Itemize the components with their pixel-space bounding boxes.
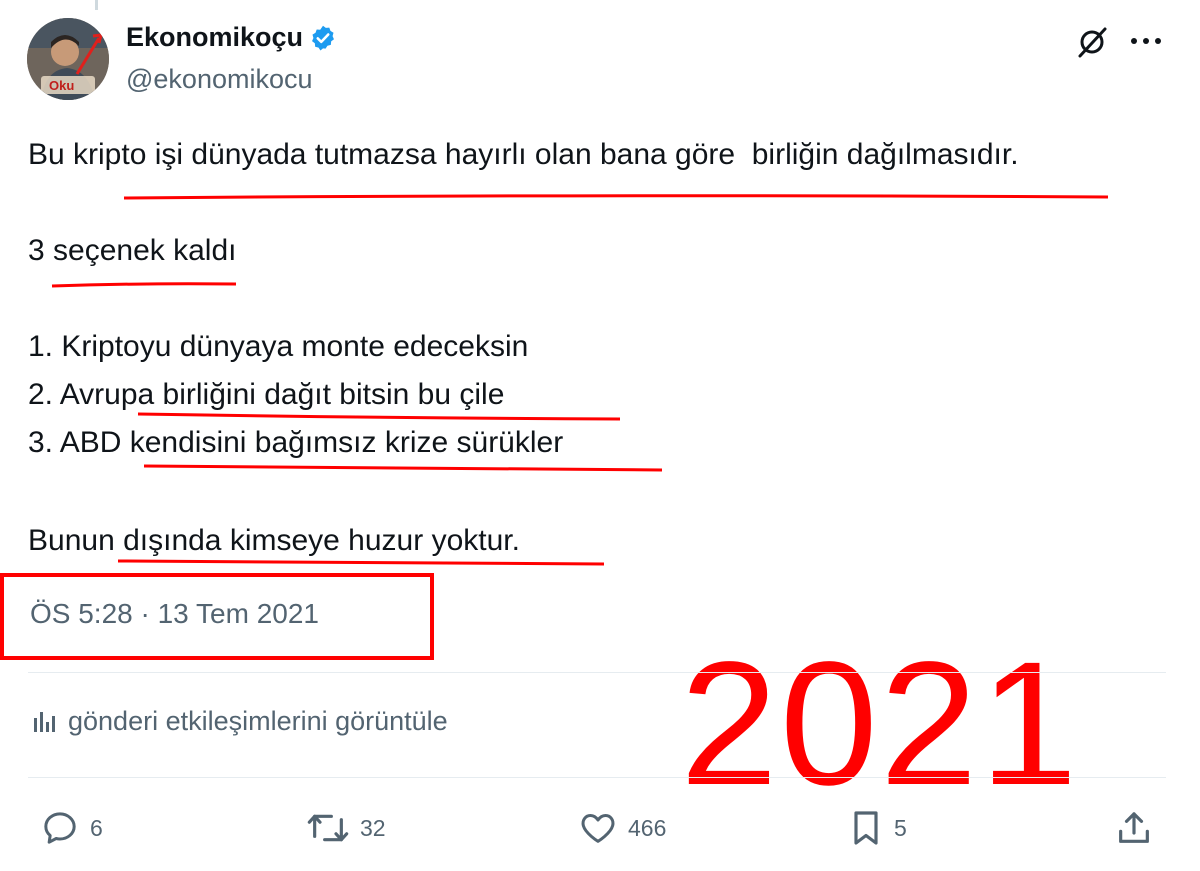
like-button[interactable]: 466: [578, 808, 666, 848]
underline-annotation: [117, 559, 605, 566]
underline-annotation: [137, 412, 621, 421]
bookmark-count: 5: [894, 814, 907, 841]
tweet-text-line-3: 1. Kriptoyu dünyaya monte edeceksin: [28, 330, 529, 363]
author-name-row[interactable]: Ekonomikoçu: [126, 22, 337, 53]
tweet-text-line-2: 3 seçenek kaldı: [28, 234, 237, 267]
tweet-text-line-1: Bu kripto işi dünyada tutmazsa hayırlı o…: [28, 138, 1019, 171]
underline-annotation: [51, 282, 237, 288]
grok-icon[interactable]: [1074, 24, 1110, 60]
display-name[interactable]: Ekonomikoçu: [126, 22, 303, 53]
thread-connector-line: [95, 0, 98, 10]
avatar[interactable]: Oku: [27, 18, 109, 100]
avatar-image: Oku: [27, 18, 109, 100]
more-options-icon[interactable]: [1128, 26, 1164, 56]
tweet-text-line-4: 2. Avrupa birliğini dağıt bitsin bu çile: [28, 378, 505, 411]
underline-annotation: [123, 194, 1109, 200]
reply-button[interactable]: 6: [40, 808, 103, 848]
reply-icon: [44, 812, 76, 844]
repost-icon: [307, 814, 349, 842]
divider: [28, 672, 1166, 673]
year-overlay-text: 2021: [680, 626, 1080, 822]
repost-button[interactable]: 32: [306, 808, 386, 848]
divider: [28, 777, 1166, 778]
like-count: 466: [628, 814, 667, 841]
verified-badge-icon: [312, 25, 334, 50]
analytics-bar-chart-icon: [34, 711, 55, 732]
svg-text:Oku: Oku: [49, 78, 74, 93]
share-icon: [1119, 812, 1149, 843]
view-analytics-link[interactable]: gönderi etkileşimlerini görüntüle: [30, 706, 448, 737]
reply-count: 6: [90, 814, 103, 841]
share-button[interactable]: [1114, 808, 1154, 848]
heart-icon: [581, 814, 615, 843]
tweet-timestamp[interactable]: ÖS 5:28 · 13 Tem 2021: [30, 598, 319, 630]
analytics-label: gönderi etkileşimlerini görüntüle: [68, 706, 448, 736]
bookmark-icon: [854, 811, 878, 845]
bookmark-button[interactable]: 5: [848, 808, 907, 848]
repost-count: 32: [360, 814, 386, 841]
underline-annotation: [143, 464, 663, 472]
tweet-text-line-6: Bunun dışında kimseye huzur yoktur.: [28, 524, 520, 557]
tweet-text-line-5: 3. ABD kendisini bağımsız krize sürükler: [28, 426, 564, 459]
author-handle[interactable]: @ekonomikocu: [126, 64, 313, 95]
